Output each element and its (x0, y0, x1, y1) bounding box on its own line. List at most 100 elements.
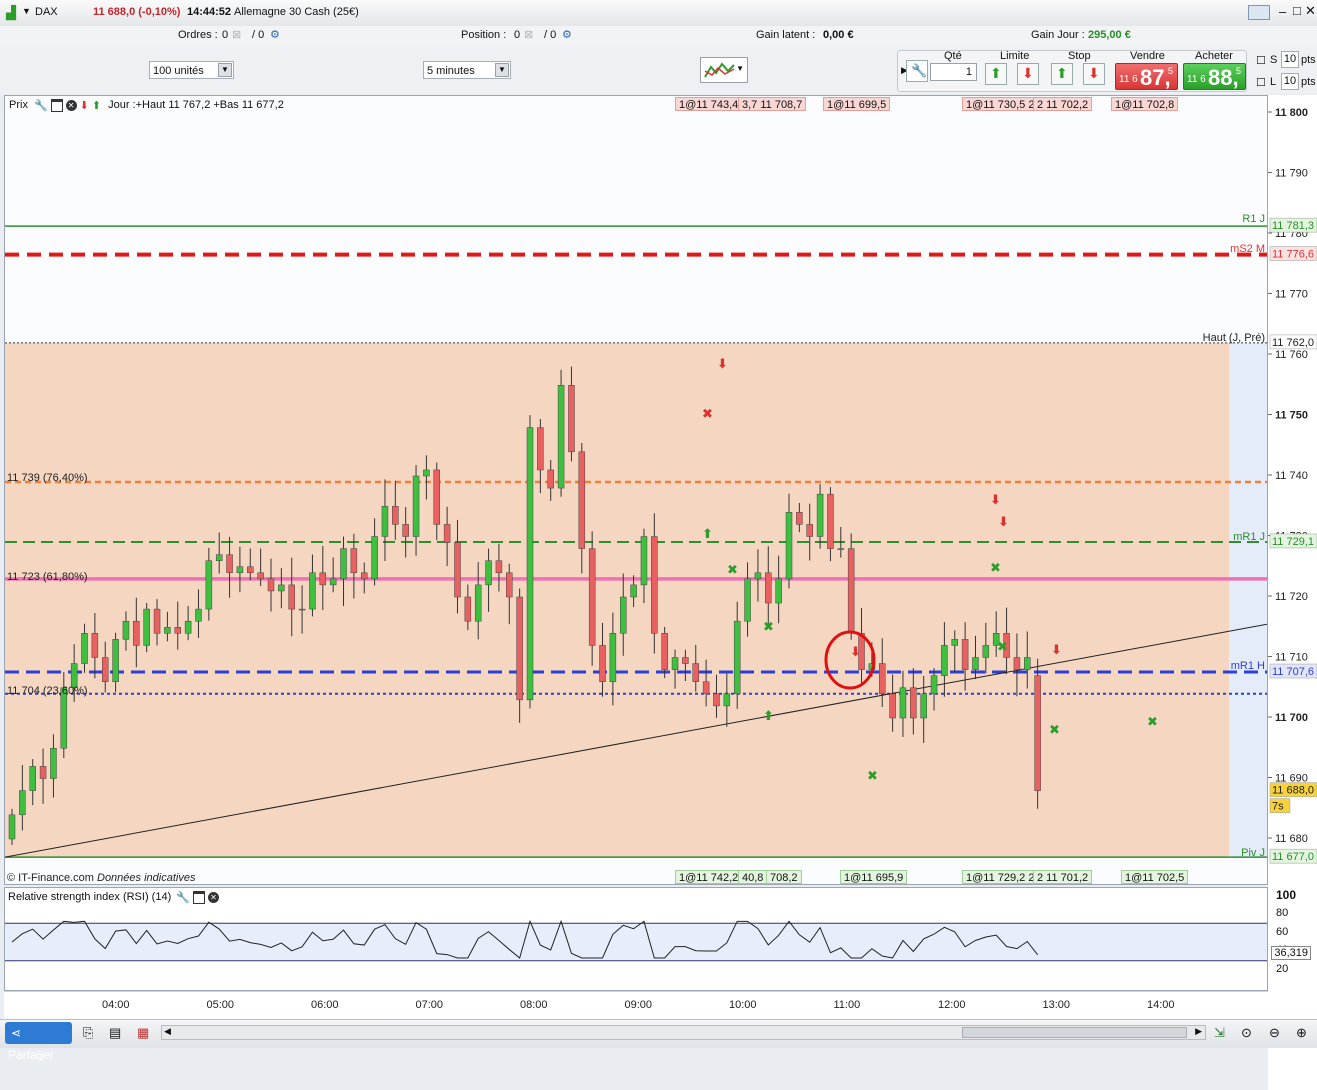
cancel-orders-icon[interactable]: ⊠ (232, 28, 241, 41)
close-position-icon[interactable]: ⊠ (524, 28, 533, 41)
wrench-icon[interactable]: 🔧 (906, 60, 928, 82)
candle-body (153, 608, 161, 634)
stop-checkbox[interactable]: ☐ (1256, 54, 1266, 67)
top-trade-tag[interactable]: 1@11 702,8 (1111, 97, 1179, 111)
candle-body (329, 578, 337, 586)
exit-marker: ✖ (867, 769, 878, 784)
sell-button[interactable]: 11 6 87, 5 (1115, 63, 1178, 90)
candle-body (309, 572, 316, 610)
minimize-icon[interactable]: – (1279, 4, 1286, 19)
rsi-panel[interactable]: Relative strength index (RSI) (14) 🔧 ✕ (4, 887, 1268, 991)
candle-body (164, 627, 171, 634)
stop-points-input[interactable]: 10 (1281, 51, 1299, 68)
candle-body (651, 536, 658, 634)
price-axis[interactable]: 11 800 11 790 11 780 11 770 11 760 11 750 11 7… (1268, 95, 1317, 1090)
stop-label: Stop (1068, 50, 1091, 62)
candle-body (101, 657, 109, 682)
maximize-icon[interactable]: □ (1293, 3, 1301, 18)
auto-scroll-icon[interactable]: ⇲ (1214, 1025, 1225, 1041)
keyboard-icon[interactable] (1248, 5, 1270, 20)
price-tick-label: 11 740 (1275, 470, 1308, 482)
exit-marker: ✖ (727, 563, 738, 578)
latent-gain-label: Gain latent : (756, 29, 816, 41)
candle-body (195, 608, 202, 622)
bottom-trade-tag[interactable]: 1@11 729,2 2 (962, 870, 1039, 884)
scrollbar-thumb[interactable] (962, 1027, 1187, 1038)
scroll-right-icon[interactable]: ▶ (1195, 1026, 1202, 1037)
table-icon[interactable]: ▤ (109, 1025, 121, 1041)
price-level-tag-text: 11 781,3 (1272, 220, 1314, 232)
bottom-trade-tag[interactable]: 1@11 702,5 (1121, 870, 1189, 884)
units-select[interactable]: 100 unités ▼ (149, 61, 234, 79)
candle-body (889, 693, 896, 719)
chevron-down-icon: ▼ (736, 64, 744, 73)
limit-points-input[interactable]: 10 (1281, 73, 1299, 90)
rsi-tick-100: 100 (1276, 888, 1297, 902)
time-label: 11:00 (833, 999, 861, 1011)
candle-body (713, 693, 720, 707)
window-icon[interactable] (192, 890, 205, 904)
qty-input[interactable]: 1 (930, 63, 977, 81)
candle-body (464, 596, 472, 622)
top-trade-tag[interactable]: 3,7 11 708,7 (738, 97, 807, 111)
sell-stop-icon[interactable]: ⬇ (1083, 63, 1105, 85)
buy-limit-icon[interactable]: ⬆ (985, 63, 1007, 85)
bottom-trade-tag[interactable]: 1@11 695,9 (840, 870, 908, 884)
sell-arrow-icon[interactable]: ⬇ (80, 99, 89, 112)
price-chart[interactable]: ⬇ ⬇ ⬇ ⬇ ⬇ ⬆ ⬆ ✖ ✖ ✖ ✖ ✖ ✖ ✖ ✖ ✖ Prix 🔧 ✕ ⬇ ⬆ Jour :+Hau… (4, 95, 1268, 885)
bottom-trade-tag[interactable]: 2 11 701,2 (1033, 870, 1093, 884)
zoom-in-icon[interactable]: ⊕ (1296, 1025, 1307, 1041)
bottom-trade-tag[interactable]: 1@11 742,2 (675, 870, 743, 884)
price-tick-label: 11 750 (1275, 410, 1308, 422)
zoom-out-icon[interactable]: ⊖ (1269, 1025, 1280, 1041)
horizontal-scrollbar[interactable]: ◀ ▶ (161, 1025, 1206, 1040)
rsi-band (5, 923, 1267, 961)
candle-body (692, 663, 700, 682)
candle-body (485, 560, 492, 586)
indicator-tool-button[interactable]: ▼ (700, 57, 748, 83)
candle-body (910, 687, 917, 719)
screenshot-icon[interactable]: ⎘ (83, 1025, 93, 1041)
exit-marker: ✖ (1049, 723, 1060, 738)
time-label: 08:00 (520, 999, 548, 1011)
close-panel-icon[interactable]: ✕ (207, 891, 219, 903)
exit-marker: ✖ (990, 561, 1001, 576)
candle-body (972, 657, 979, 670)
buy-stop-icon[interactable]: ⬆ (1051, 63, 1073, 85)
candle-body (371, 536, 378, 580)
top-trade-tag[interactable]: 1@11 699,5 (823, 97, 891, 111)
orders-settings-icon[interactable]: ⚙ (270, 28, 280, 41)
position-settings-icon[interactable]: ⚙ (562, 28, 572, 41)
limit-checkbox[interactable]: ☐ (1256, 76, 1266, 89)
share-button[interactable]: ⋖ Partager (5, 1022, 72, 1062)
price-chart-canvas[interactable]: ⬇⬇⬇⬇⬇⬆⬆✖✖✖✖✖✖✖✖✖ (5, 96, 1267, 884)
bottom-trade-tag[interactable]: 708,2 (766, 870, 802, 884)
time-axis[interactable]: 04:00 05:00 06:00 07:00 08:00 09:00 10:00 11:00… (4, 991, 1268, 1019)
candle-body (941, 645, 948, 676)
top-trade-tag[interactable]: 1@11 743,4 (675, 97, 743, 111)
zoom-fit-icon[interactable]: ⊙ (1241, 1025, 1252, 1041)
candle-body (29, 766, 36, 791)
dropdown-arrow-icon[interactable]: ▼ (22, 6, 31, 16)
order-book-icon[interactable]: ▦ (137, 1025, 149, 1041)
candle-body (619, 596, 627, 634)
top-trade-tag[interactable]: 1@11 730,5 2 (962, 97, 1039, 111)
candle-body (806, 524, 813, 537)
sell-limit-icon[interactable]: ⬇ (1017, 63, 1039, 85)
instrument-name[interactable]: DAX (35, 6, 58, 18)
top-trade-tag[interactable]: 2 11 702,2 (1033, 97, 1093, 111)
bottom-trade-tag[interactable]: 40,8 (738, 870, 768, 884)
close-icon[interactable]: ✕ (1305, 3, 1316, 19)
buy-arrow-icon[interactable]: ⬆ (92, 99, 101, 112)
buy-button[interactable]: 11 6 88, 5 (1183, 63, 1246, 90)
time-label: 14:00 (1147, 999, 1175, 1011)
wrench-icon[interactable]: 🔧 (34, 99, 48, 112)
wrench-icon[interactable]: 🔧 (176, 891, 190, 904)
fib-label-61: 11 723 (61,80%) (7, 571, 88, 583)
scroll-left-icon[interactable]: ◀ (164, 1026, 171, 1037)
close-panel-icon[interactable]: ✕ (65, 99, 77, 111)
period-select[interactable]: 5 minutes ▼ (423, 61, 511, 79)
window-icon[interactable] (50, 98, 63, 112)
candle-body (733, 620, 741, 695)
candle-body (682, 657, 689, 664)
